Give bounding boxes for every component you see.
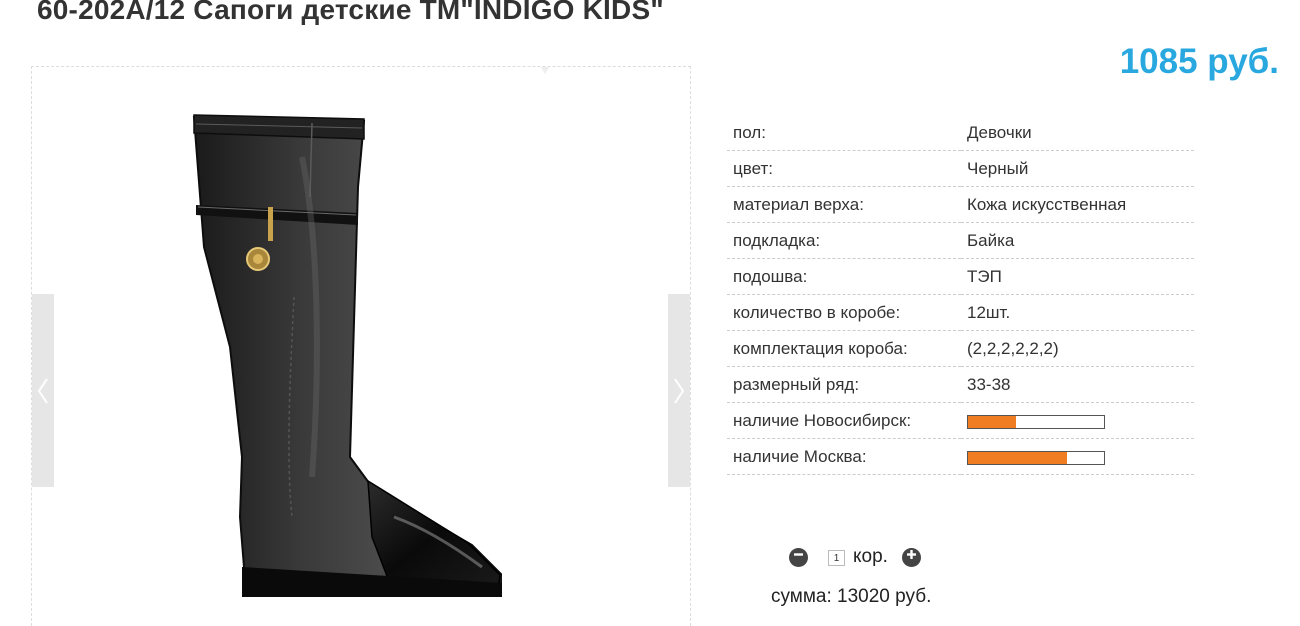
minus-circle-icon bbox=[789, 545, 808, 570]
chevron-right-icon bbox=[673, 377, 685, 404]
spec-value: 33-38 bbox=[961, 366, 1194, 403]
spec-label: цвет: bbox=[727, 150, 961, 187]
spec-label: подошва: bbox=[727, 258, 961, 295]
spec-label: комплектация короба: bbox=[727, 330, 961, 367]
spec-value: (2,2,2,2,2,2) bbox=[961, 330, 1194, 367]
product-gallery bbox=[31, 66, 691, 626]
spec-value: Байка bbox=[961, 222, 1194, 259]
product-image bbox=[182, 97, 506, 602]
spec-row: цвет: Черный bbox=[727, 150, 1194, 187]
gallery-prev-button[interactable] bbox=[32, 294, 54, 487]
spec-row: подкладка: Байка bbox=[727, 222, 1194, 259]
spec-value: Черный bbox=[961, 150, 1194, 187]
spec-row: пол: Девочки bbox=[727, 115, 1194, 151]
stock-row: наличие Новосибирск: bbox=[727, 402, 1194, 439]
gallery-marker bbox=[540, 67, 550, 74]
spec-value: 12шт. bbox=[961, 294, 1194, 331]
product-title: 60-202A/12 Сапоги детские ТМ"INDIGO KIDS… bbox=[37, 0, 664, 25]
spec-label: пол: bbox=[727, 115, 961, 151]
spec-label: подкладка: bbox=[727, 222, 961, 259]
spec-row: размерный ряд: 33-38 bbox=[727, 366, 1194, 403]
increase-quantity-button[interactable] bbox=[901, 545, 921, 570]
stock-value bbox=[961, 438, 1194, 475]
spec-row: комплектация короба: (2,2,2,2,2,2) bbox=[727, 330, 1194, 367]
spec-row: подошва: ТЭП bbox=[727, 258, 1194, 295]
quantity-unit: кор. bbox=[853, 546, 888, 567]
spec-value: ТЭП bbox=[961, 258, 1194, 295]
stock-label: наличие Новосибирск: bbox=[727, 402, 961, 439]
stock-level-fill bbox=[968, 415, 1016, 428]
quantity-input[interactable] bbox=[828, 550, 845, 566]
spec-label: размерный ряд: bbox=[727, 366, 961, 403]
stock-level-fill bbox=[968, 451, 1068, 464]
spec-label: материал верха: bbox=[727, 186, 961, 223]
spec-label: количество в коробе: bbox=[727, 294, 961, 331]
gallery-next-button[interactable] bbox=[668, 294, 690, 487]
stock-value bbox=[961, 402, 1194, 439]
stock-row: наличие Москва: bbox=[727, 438, 1194, 475]
product-specs-table: пол: Девочки цвет: Черный материал верха: Кож… bbox=[727, 115, 1194, 475]
spec-row: материал верха: Кожа искусственная bbox=[727, 186, 1194, 223]
chevron-left-icon bbox=[37, 377, 49, 404]
stock-level-bar bbox=[967, 450, 1105, 465]
plus-circle-icon bbox=[902, 545, 921, 570]
spec-value: Девочки bbox=[961, 115, 1194, 151]
stock-level-bar bbox=[967, 414, 1105, 429]
stock-label: наличие Москва: bbox=[727, 438, 961, 475]
decrease-quantity-button[interactable] bbox=[789, 545, 808, 570]
spec-row: количество в коробе: 12шт. bbox=[727, 294, 1194, 331]
spec-value: Кожа искусственная bbox=[961, 186, 1194, 223]
product-price: 1085 руб. bbox=[1119, 42, 1279, 81]
quantity-selector: кор. bbox=[789, 546, 921, 568]
